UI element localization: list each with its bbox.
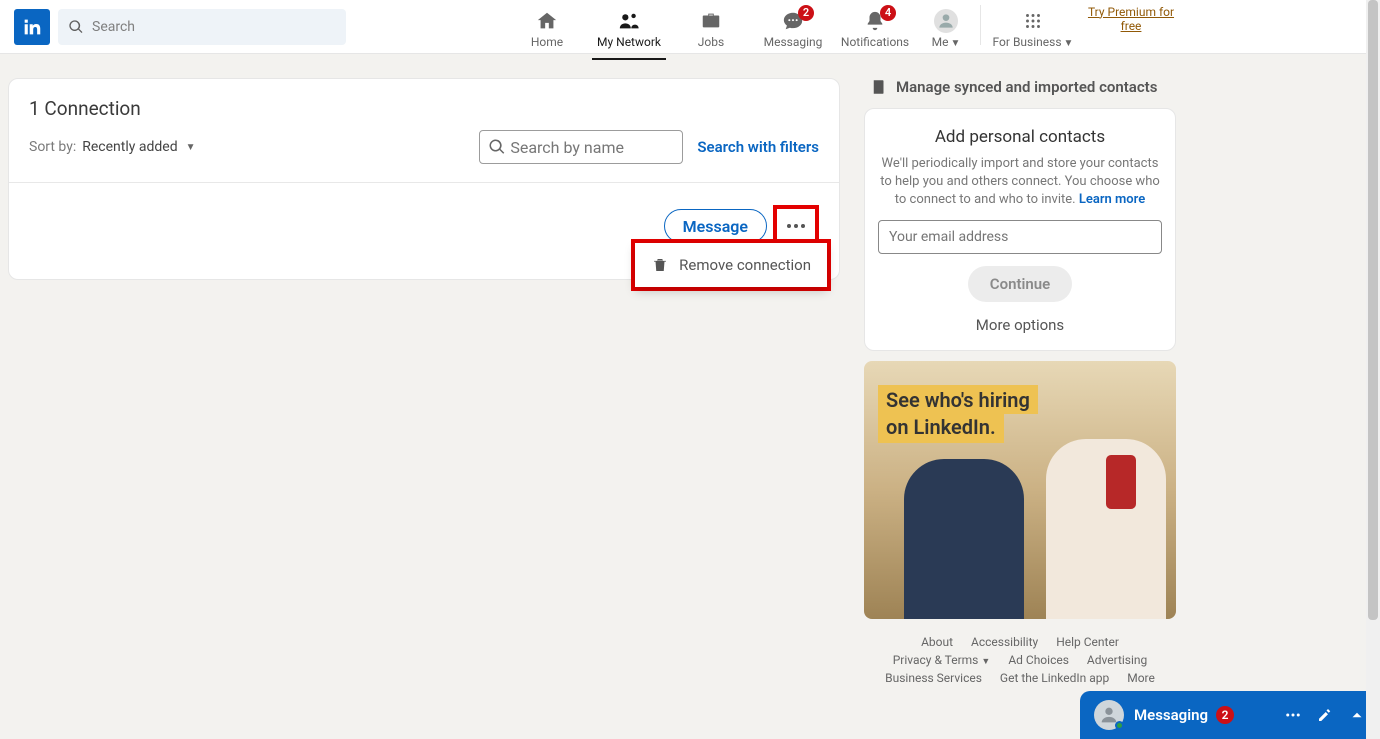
caret-down-icon[interactable]: ▼ xyxy=(186,142,196,153)
footer-business-services[interactable]: Business Services xyxy=(885,671,982,685)
ad-illustration xyxy=(904,459,1024,619)
footer-advertising[interactable]: Advertising xyxy=(1087,653,1147,667)
connections-card: 1 Connection Sort by: Recently added ▼ S… xyxy=(8,78,840,280)
compose-icon[interactable] xyxy=(1316,706,1334,724)
messaging-dock[interactable]: Messaging 2 xyxy=(1080,691,1380,739)
home-icon xyxy=(536,10,558,32)
ad-text-line1: See who's hiring xyxy=(878,385,1038,414)
ad-text-line2: on LinkedIn. xyxy=(878,413,1004,443)
email-input[interactable] xyxy=(878,220,1162,254)
more-actions-button[interactable] xyxy=(777,209,815,243)
search-icon xyxy=(68,19,84,35)
promo-ad[interactable]: See who's hiring on LinkedIn. xyxy=(864,361,1176,619)
caret-down-icon: ▼ xyxy=(981,657,990,667)
add-contacts-title: Add personal contacts xyxy=(877,127,1163,147)
avatar-icon xyxy=(934,9,958,33)
search-by-name-input[interactable]: Search by name xyxy=(479,130,683,164)
footer-get-app[interactable]: Get the LinkedIn app xyxy=(1000,671,1109,685)
footer-about[interactable]: About xyxy=(921,635,953,649)
caret-down-icon: ▼ xyxy=(950,38,960,49)
add-contacts-card: Add personal contacts We'll periodically… xyxy=(864,108,1176,351)
continue-button[interactable]: Continue xyxy=(968,266,1072,302)
avatar-icon xyxy=(1094,700,1124,730)
try-premium-link[interactable]: Try Premium for free xyxy=(1081,5,1181,34)
manage-contacts-link[interactable]: Manage synced and imported contacts xyxy=(864,78,1176,96)
nav-for-business[interactable]: For Business▼ xyxy=(985,5,1081,49)
footer-links: About Accessibility Help Center Privacy … xyxy=(864,635,1176,685)
dock-badge: 2 xyxy=(1216,706,1234,724)
learn-more-link[interactable]: Learn more xyxy=(1079,192,1145,207)
global-header: Search Home My Network Jobs Messaging 2 … xyxy=(0,0,1380,54)
linkedin-logo[interactable] xyxy=(14,9,50,45)
remove-connection-menu-item[interactable]: Remove connection xyxy=(635,243,827,287)
more-horizontal-icon[interactable] xyxy=(1284,706,1302,724)
ad-illustration xyxy=(1106,455,1136,509)
search-placeholder: Search xyxy=(92,19,135,35)
nav-my-network[interactable]: My Network xyxy=(588,5,670,49)
footer-privacy[interactable]: Privacy & Terms▼ xyxy=(893,653,991,667)
footer-adchoices[interactable]: Ad Choices xyxy=(1008,653,1069,667)
grid-icon xyxy=(1022,10,1044,32)
briefcase-icon xyxy=(700,10,722,32)
search-icon xyxy=(488,138,506,156)
nav-divider xyxy=(980,5,981,45)
footer-more[interactable]: More xyxy=(1127,671,1155,685)
online-status-dot xyxy=(1115,721,1124,730)
trash-icon xyxy=(651,256,669,274)
vertical-scrollbar[interactable] xyxy=(1366,0,1380,739)
nav-home[interactable]: Home xyxy=(506,5,588,49)
footer-accessibility[interactable]: Accessibility xyxy=(971,635,1038,649)
notifications-badge: 4 xyxy=(880,5,896,21)
nav-notifications[interactable]: Notifications 4 xyxy=(834,5,916,49)
primary-nav: Home My Network Jobs Messaging 2 Notific… xyxy=(506,5,1181,49)
nav-me[interactable]: Me▼ xyxy=(916,5,976,49)
message-button[interactable]: Message xyxy=(664,209,767,243)
nav-jobs[interactable]: Jobs xyxy=(670,5,752,49)
sort-by-label: Sort by: xyxy=(29,139,76,155)
caret-down-icon: ▼ xyxy=(1064,38,1074,49)
more-options-link[interactable]: More options xyxy=(877,316,1163,334)
chevron-up-icon[interactable] xyxy=(1348,706,1366,724)
dock-title: Messaging xyxy=(1134,706,1208,724)
messaging-badge: 2 xyxy=(798,5,814,21)
add-contacts-subtitle: We'll periodically import and store your… xyxy=(877,155,1163,210)
footer-help[interactable]: Help Center xyxy=(1056,635,1119,649)
highlight-box-remove: Remove connection xyxy=(631,239,831,291)
nav-messaging[interactable]: Messaging 2 xyxy=(752,5,834,49)
search-with-filters-link[interactable]: Search with filters xyxy=(697,138,819,156)
global-search[interactable]: Search xyxy=(58,9,346,45)
address-book-icon xyxy=(870,78,888,96)
sort-by-value[interactable]: Recently added xyxy=(82,139,177,155)
people-icon xyxy=(618,10,640,32)
connections-title: 1 Connection xyxy=(29,97,819,120)
